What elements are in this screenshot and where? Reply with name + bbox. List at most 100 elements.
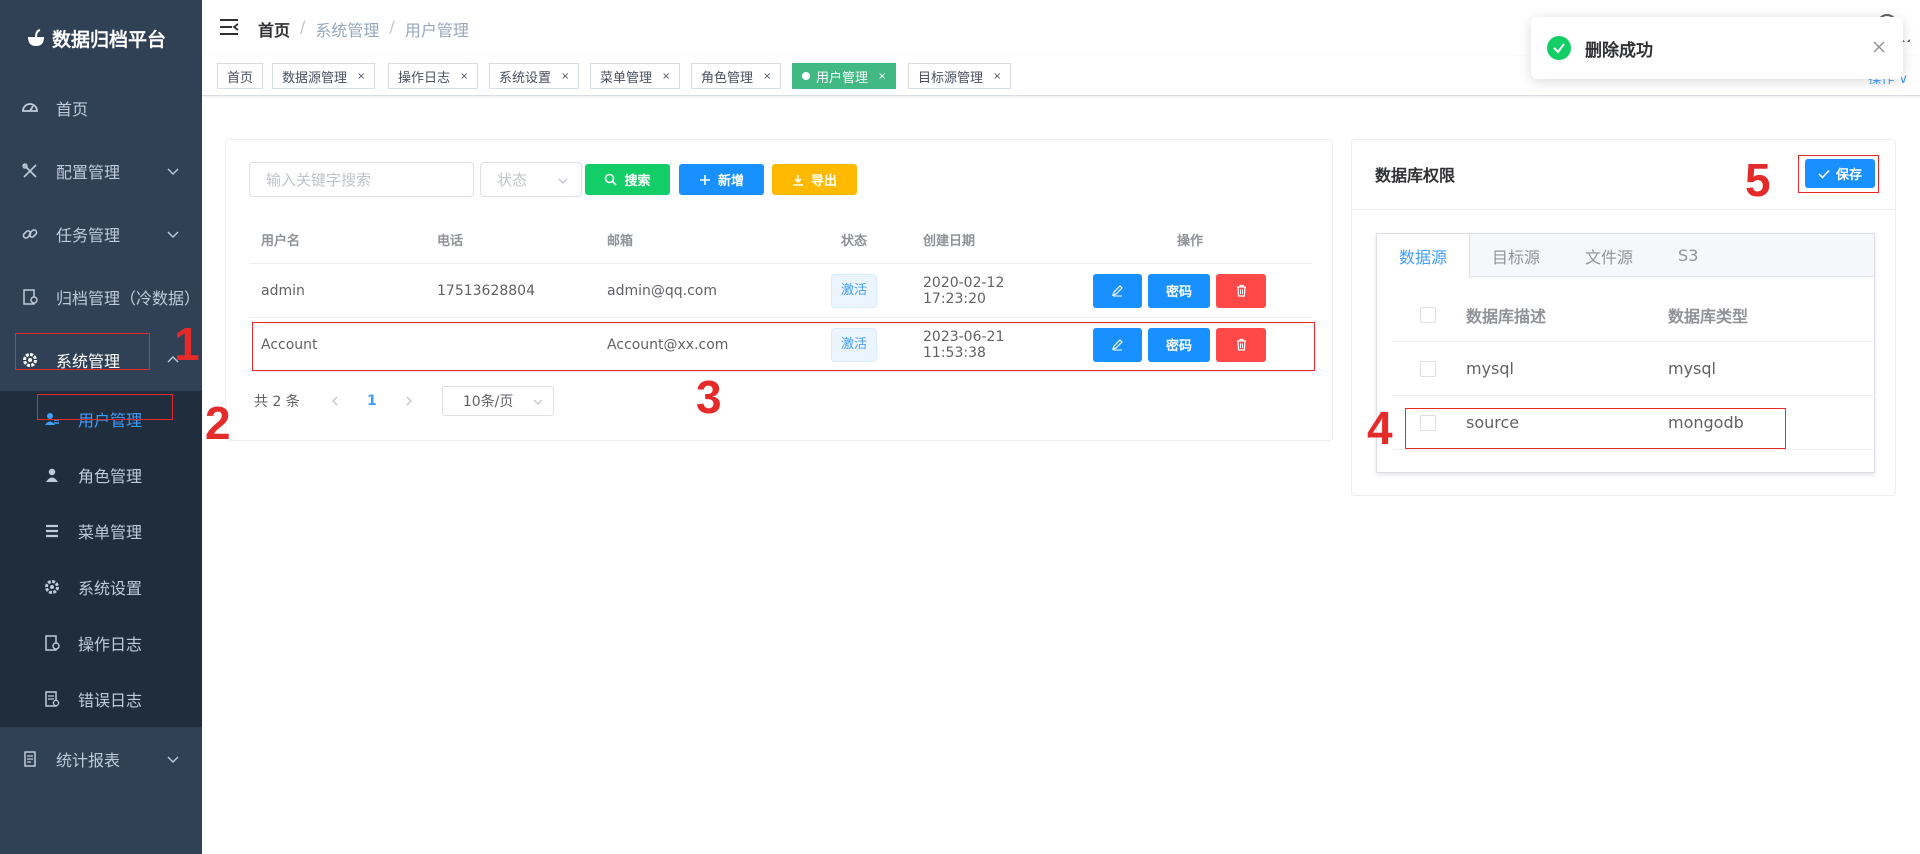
sidebar-item-label: 错误日志 <box>78 691 143 710</box>
header-status: 状态 <box>840 234 867 249</box>
tab-file[interactable]: 文件源 <box>1563 234 1656 277</box>
tag-close-icon[interactable]: × <box>561 71 569 82</box>
delete-button[interactable] <box>1216 273 1266 308</box>
row-checkbox[interactable] <box>1420 360 1436 377</box>
cell-username: admin <box>261 282 305 299</box>
export-button[interactable]: 导出 <box>772 164 857 195</box>
cell-db-type: mysql <box>1668 359 1716 378</box>
status-badge: 激活 <box>830 273 877 308</box>
search-button[interactable]: 搜索 <box>585 164 670 195</box>
password-button[interactable]: 密码 <box>1148 273 1210 308</box>
archive-doc-icon <box>22 288 38 305</box>
plus-icon <box>699 174 710 185</box>
header-ops: 操作 <box>1176 234 1203 249</box>
trash-icon <box>1236 284 1246 297</box>
sidebar-item-operation-log[interactable]: 操作日志 <box>0 615 202 671</box>
hamburger-icon[interactable] <box>218 16 240 38</box>
annotation-box-1 <box>15 333 150 370</box>
tag-label: 系统设置 <box>499 70 552 86</box>
db-table-header: 数据库描述 数据库类型 <box>1392 288 1873 342</box>
tag-label: 菜单管理 <box>600 70 653 86</box>
active-dot <box>802 72 810 80</box>
app-logo[interactable]: 数据归档平台 <box>0 0 202 76</box>
tag-close-icon[interactable]: × <box>460 71 468 82</box>
tag-datasource[interactable]: 数据源管理 × <box>272 63 376 89</box>
success-check-icon <box>1547 36 1571 60</box>
status-select[interactable]: 状态 <box>480 162 582 197</box>
breadcrumb-separator: / <box>389 17 395 36</box>
next-page-button[interactable] <box>394 387 424 415</box>
sidebar-item-tasks[interactable]: 任务管理 <box>0 202 202 265</box>
tab-s3[interactable]: S3 <box>1656 234 1721 277</box>
user-list-card: 状态 搜索 新增 导出 用户名 电话 邮箱 状态 创建日期 操作 admin 1… <box>225 139 1333 441</box>
app-title: 数据归档平台 <box>52 28 167 51</box>
breadcrumb-home[interactable]: 首页 <box>258 17 290 41</box>
page-number[interactable]: 1 <box>350 393 394 409</box>
tag-close-icon[interactable]: × <box>993 71 1001 82</box>
add-button[interactable]: 新增 <box>679 164 764 195</box>
table-row[interactable]: mysql mysql <box>1392 342 1873 396</box>
select-all-cell <box>1392 306 1466 323</box>
tag-label: 数据源管理 <box>282 70 348 86</box>
edit-button[interactable] <box>1093 273 1142 308</box>
tag-label: 首页 <box>227 70 254 86</box>
sidebar-item-role-management[interactable]: 角色管理 <box>0 447 202 503</box>
sidebar-item-label: 首页 <box>56 99 89 119</box>
sidebar-item-reports[interactable]: 统计报表 <box>0 727 202 790</box>
sidebar-item-error-log[interactable]: 错误日志 <box>0 671 202 727</box>
chevron-down-icon <box>533 399 543 405</box>
tag-label: 目标源管理 <box>918 70 984 86</box>
sidebar-item-config[interactable]: 配置管理 <box>0 139 202 202</box>
chevron-down-icon <box>558 178 568 184</box>
tag-close-icon[interactable]: × <box>662 71 670 82</box>
sidebar-item-home[interactable]: 首页 <box>0 76 202 139</box>
tag-operation-log[interactable]: 操作日志 × <box>388 63 479 89</box>
tag-home[interactable]: 首页 <box>217 63 264 89</box>
annotation-box-2 <box>37 394 173 420</box>
annotation-number-2: 2 <box>205 397 231 449</box>
add-button-label: 新增 <box>717 174 744 189</box>
sidebar-item-archive[interactable]: 归档管理（冷数据） <box>0 265 202 328</box>
log-doc-icon <box>44 635 60 651</box>
logo-icon <box>28 29 44 46</box>
close-icon[interactable] <box>1871 39 1887 55</box>
tag-close-icon[interactable]: × <box>878 71 886 82</box>
header-db-type: 数据库类型 <box>1668 306 1749 326</box>
dashboard-icon <box>22 100 38 116</box>
tag-close-icon[interactable]: × <box>357 71 365 82</box>
sidebar: 数据归档平台 首页 配置管理 任务管理 归档管理（冷数据） 系统管理 用户管理 … <box>0 0 202 854</box>
tag-close-icon[interactable]: × <box>763 71 771 82</box>
toast-message: 删除成功 <box>1585 40 1653 61</box>
tag-target-source[interactable]: 目标源管理 × <box>908 63 1012 89</box>
sidebar-item-label: 归档管理（冷数据） <box>56 288 201 308</box>
tag-menu-management[interactable]: 菜单管理 × <box>590 63 681 89</box>
cell-email: admin@qq.com <box>607 282 717 299</box>
row-checkbox-cell <box>1392 360 1466 377</box>
tab-target[interactable]: 目标源 <box>1470 234 1563 277</box>
search-input[interactable] <box>249 162 474 197</box>
breadcrumb-separator: / <box>300 17 306 36</box>
select-all-checkbox[interactable] <box>1420 306 1436 323</box>
prev-page-button[interactable] <box>320 387 350 415</box>
sidebar-item-system-settings[interactable]: 系统设置 <box>0 559 202 615</box>
tag-label: 角色管理 <box>701 70 754 86</box>
tag-role-management[interactable]: 角色管理 × <box>691 63 782 89</box>
annotation-number-1: 1 <box>174 318 200 370</box>
pagination: 共 2 条 1 10条/页 <box>254 385 554 417</box>
table-row[interactable]: admin 17513628804 admin@qq.com 激活 2020-0… <box>249 264 1312 318</box>
page-size-select[interactable]: 10条/页 <box>441 386 554 416</box>
tag-system-settings[interactable]: 系统设置 × <box>489 63 580 89</box>
tools-icon <box>22 162 38 179</box>
chevron-down-icon <box>167 231 179 238</box>
sidebar-item-menu-management[interactable]: 菜单管理 <box>0 503 202 559</box>
sidebar-item-label: 统计报表 <box>56 750 121 770</box>
pagination-total: 共 2 条 <box>254 394 300 410</box>
menu-list-icon <box>44 523 60 539</box>
cell-ops: 密码 <box>1068 273 1312 308</box>
search-icon <box>605 173 618 186</box>
sidebar-item-label: 任务管理 <box>56 225 121 245</box>
sidebar-item-label: 菜单管理 <box>78 523 143 542</box>
tag-user-management[interactable]: 用户管理 × <box>792 63 897 89</box>
status-select-placeholder: 状态 <box>497 171 528 189</box>
tab-datasource[interactable]: 数据源 <box>1377 234 1471 278</box>
